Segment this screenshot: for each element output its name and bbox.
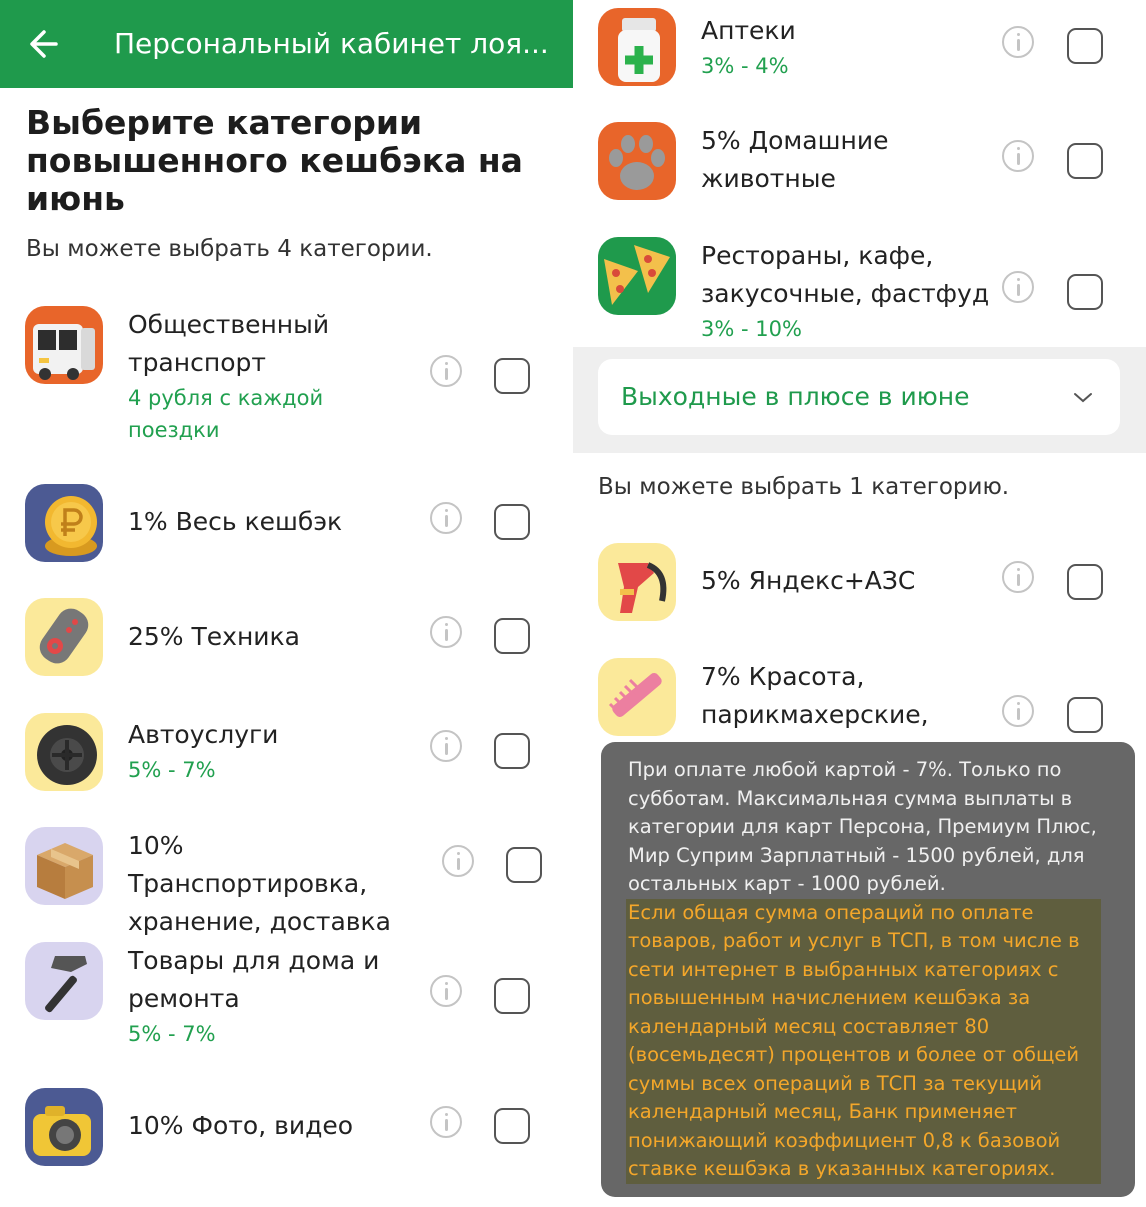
category-rate: 5% - 7% xyxy=(128,1022,216,1046)
paw-icon xyxy=(598,122,676,200)
camera-icon xyxy=(25,1088,103,1166)
category-checkbox[interactable] xyxy=(494,504,530,540)
category-row-photo[interactable]: 10% Фото, видео xyxy=(0,1088,573,1168)
info-icon[interactable] xyxy=(430,975,462,1007)
pill-bottle-icon xyxy=(598,8,676,86)
category-title: 1% Весь кешбэк xyxy=(128,507,343,536)
category-row-restaurants[interactable]: Рестораны, кафе, закусочные, фастфуд 3% … xyxy=(573,237,1146,347)
category-row-pharmacy[interactable]: Аптеки 3% - 4% xyxy=(573,8,1146,88)
category-rate: 3% - 4% xyxy=(701,54,789,78)
comb-icon xyxy=(598,658,676,736)
weekend-dropdown-label: Выходные в плюсе в июне xyxy=(621,382,970,411)
category-title: 10% Фото, видео xyxy=(128,1111,354,1140)
info-icon[interactable] xyxy=(430,355,462,387)
back-arrow-icon[interactable] xyxy=(26,22,66,66)
category-title: 5% Яндекс+АЗС xyxy=(701,566,916,595)
pizza-icon xyxy=(598,237,676,315)
page-title: Персональный кабинет лоя... xyxy=(114,27,549,60)
info-icon[interactable] xyxy=(430,1106,462,1138)
info-icon[interactable] xyxy=(1002,26,1034,58)
category-title: 5% Домашние животные xyxy=(701,126,889,193)
remote-control-icon xyxy=(25,598,103,676)
left-screen: Персональный кабинет лоя... Выберите кат… xyxy=(0,0,573,1207)
category-checkbox[interactable] xyxy=(494,978,530,1014)
category-checkbox[interactable] xyxy=(1067,697,1103,733)
category-title: Автоуслуги xyxy=(128,720,279,749)
category-row-home-repair[interactable]: Товары для дома и ремонта 5% - 7% xyxy=(0,942,573,1052)
app-bar: Персональный кабинет лоя... xyxy=(0,0,573,88)
ruble-coin-icon xyxy=(25,484,103,562)
info-icon[interactable] xyxy=(1002,140,1034,172)
info-icon[interactable] xyxy=(442,845,474,877)
category-row-all-cashback[interactable]: 1% Весь кешбэк xyxy=(0,484,573,564)
category-checkbox[interactable] xyxy=(506,847,542,883)
category-checkbox[interactable] xyxy=(1067,564,1103,600)
category-row-pets[interactable]: 5% Домашние животные xyxy=(573,122,1146,202)
category-title: Рестораны, кафе, закусочные, фастфуд xyxy=(701,241,990,308)
info-icon[interactable] xyxy=(1002,561,1034,593)
choose-hint: Вы можете выбрать 4 категории. xyxy=(26,236,433,262)
category-rate: 5% - 7% xyxy=(128,758,216,782)
category-title: Аптеки xyxy=(701,16,796,45)
category-checkbox[interactable] xyxy=(494,618,530,654)
category-row-fuel[interactable]: 5% Яндекс+АЗС xyxy=(573,543,1146,623)
info-icon[interactable] xyxy=(1002,271,1034,303)
bus-icon xyxy=(25,306,103,384)
category-title: 7% Красота, парикмахерские, xyxy=(701,662,929,729)
category-row-electronics[interactable]: 25% Техника xyxy=(0,598,573,678)
section-heading: Выберите категории повышенного кешбэка н… xyxy=(26,103,523,218)
category-checkbox[interactable] xyxy=(494,358,530,394)
category-row-beauty[interactable]: 7% Красота, парикмахерские, xyxy=(573,658,1146,738)
category-rate: 4 рубля с каждой поездки xyxy=(128,386,324,442)
info-icon[interactable] xyxy=(430,502,462,534)
hammer-icon xyxy=(25,942,103,1020)
chevron-down-icon xyxy=(1074,393,1092,403)
info-icon[interactable] xyxy=(430,616,462,648)
category-checkbox[interactable] xyxy=(1067,143,1103,179)
category-checkbox[interactable] xyxy=(494,1108,530,1144)
category-row-auto[interactable]: Автоуслуги 5% - 7% xyxy=(0,713,573,803)
weekend-dropdown[interactable]: Выходные в плюсе в июне xyxy=(598,359,1120,435)
right-screen: Аптеки 3% - 4% 5% Домашние животные Рест… xyxy=(573,0,1146,1207)
weekend-choose-hint: Вы можете выбрать 1 категорию. xyxy=(598,474,1010,500)
category-row-transportation[interactable]: 10% Транспортировка, хранение, доставка xyxy=(0,827,573,936)
category-rate: 3% - 10% xyxy=(701,317,802,341)
tooltip-main-text: При оплате любой картой - 7%. Только по … xyxy=(628,758,1097,895)
info-icon[interactable] xyxy=(1002,695,1034,727)
info-tooltip: При оплате любой картой - 7%. Только по … xyxy=(601,742,1135,1197)
weekend-section: Выходные в плюсе в июне xyxy=(573,347,1146,453)
category-checkbox[interactable] xyxy=(1067,28,1103,64)
box-icon xyxy=(25,827,103,905)
category-checkbox[interactable] xyxy=(494,733,530,769)
category-checkbox[interactable] xyxy=(1067,274,1103,310)
fuel-nozzle-icon xyxy=(598,543,676,621)
category-row-transport[interactable]: Общественный транспорт 4 рубля с каждой … xyxy=(0,300,573,450)
category-title: 25% Техника xyxy=(128,622,300,651)
tooltip-highlighted-text: Если общая сумма операций по оплате това… xyxy=(626,898,1101,1184)
category-title: Общественный транспорт xyxy=(128,310,330,377)
info-icon[interactable] xyxy=(430,730,462,762)
tire-icon xyxy=(25,713,103,791)
category-title: Товары для дома и ремонта xyxy=(128,946,380,1013)
category-title: 10% Транспортировка, хранение, доставка xyxy=(128,831,391,936)
